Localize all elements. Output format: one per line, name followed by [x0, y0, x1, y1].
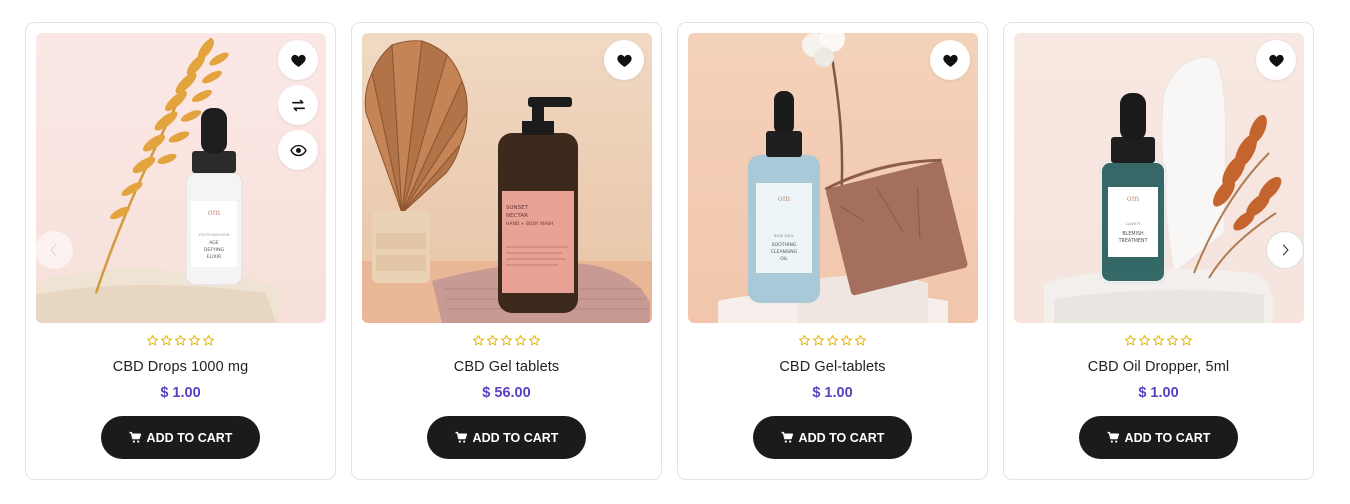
add-to-cart-button[interactable]: ADD TO CART [101, 416, 260, 459]
chevron-right-icon [1282, 244, 1289, 256]
rating-stars [352, 334, 661, 348]
product-price: $ 1.00 [1138, 385, 1179, 401]
rating-stars [26, 334, 335, 348]
star-outline-icon [202, 335, 215, 346]
rating-stars [678, 334, 987, 348]
star-outline-icon [1138, 335, 1151, 346]
product-card: om BLUE AZUL SOOTHING CLEANSING OIL CBD … [677, 22, 988, 480]
star-outline-icon [514, 335, 527, 346]
bottle-label-line: DEFYING [204, 247, 225, 253]
product-title[interactable]: CBD Gel-tablets [678, 359, 987, 375]
star-outline-icon [528, 335, 541, 346]
product-photo-wash: SUNSET NECTAR HAND + BODY WASH [362, 33, 652, 323]
quick-view-button[interactable] [278, 130, 318, 170]
add-to-cart-button[interactable]: ADD TO CART [1079, 416, 1238, 459]
carousel-next-button[interactable] [1266, 231, 1304, 269]
product-image[interactable]: om CLARITY BLEMISH TREATMENT [1014, 33, 1304, 323]
star-outline-icon [854, 335, 867, 346]
bottle-label-line: BLEMISH [1122, 231, 1144, 237]
product-price: $ 1.00 [160, 385, 201, 401]
product-card: SUNSET NECTAR HAND + BODY WASH CBD Gel t… [351, 22, 662, 480]
wishlist-button[interactable] [604, 40, 644, 80]
bottle-label-line: AGE [209, 240, 219, 246]
bottle-brand-mark: om [1127, 194, 1140, 203]
cart-icon [129, 431, 141, 443]
heart-icon [616, 54, 632, 67]
star-outline-icon [798, 335, 811, 346]
bottle-label-line: SOOTHING [772, 242, 797, 248]
heart-icon [290, 54, 306, 67]
bottle-label-line: YOUTH INFUSION [199, 233, 230, 237]
cart-icon [455, 431, 467, 443]
compare-arrows-icon [291, 99, 305, 111]
rating-stars [1004, 334, 1313, 348]
cart-icon [1107, 431, 1119, 443]
bottle-label-line: CLARITY [1126, 222, 1142, 226]
star-outline-icon [840, 335, 853, 346]
star-outline-icon [160, 335, 173, 346]
eye-icon [289, 144, 307, 156]
product-title[interactable]: CBD Gel tablets [352, 359, 661, 375]
heart-icon [942, 54, 958, 67]
add-to-cart-label: ADD TO CART [146, 430, 233, 445]
wishlist-button[interactable] [1256, 40, 1296, 80]
bottle-label-line: OIL [780, 256, 788, 262]
star-outline-icon [174, 335, 187, 346]
bottle-label-line: SUNSET [506, 205, 529, 211]
product-price: $ 1.00 [812, 385, 853, 401]
product-image[interactable]: om BLUE AZUL SOOTHING CLEANSING OIL [688, 33, 978, 323]
star-outline-icon [1152, 335, 1165, 346]
chevron-left-icon [50, 244, 57, 256]
bottle-label-line: TREATMENT [1118, 238, 1148, 244]
product-carousel: om YOUTH INFUSION AGE DEFYING ELIXIR CBD… [25, 22, 1315, 480]
star-outline-icon [826, 335, 839, 346]
product-title[interactable]: CBD Drops 1000 mg [26, 359, 335, 375]
star-outline-icon [1124, 335, 1137, 346]
product-price: $ 56.00 [482, 385, 531, 401]
product-photo-dropper: om CLARITY BLEMISH TREATMENT [1014, 33, 1304, 323]
carousel-prev-button[interactable] [35, 231, 73, 269]
wishlist-button[interactable] [278, 40, 318, 80]
add-to-cart-label: ADD TO CART [1124, 430, 1211, 445]
star-outline-icon [188, 335, 201, 346]
product-title[interactable]: CBD Oil Dropper, 5ml [1004, 359, 1313, 375]
bottle-brand-mark: om [208, 208, 221, 217]
product-photo-drops: om YOUTH INFUSION AGE DEFYING ELIXIR [36, 33, 326, 323]
product-photo-oil: om BLUE AZUL SOOTHING CLEANSING OIL [688, 33, 978, 323]
star-outline-icon [1166, 335, 1179, 346]
wishlist-button[interactable] [930, 40, 970, 80]
add-to-cart-label: ADD TO CART [798, 430, 885, 445]
bottle-label-line: ELIXIR [207, 254, 222, 260]
cart-icon [781, 431, 793, 443]
heart-icon [1268, 54, 1284, 67]
star-outline-icon [1180, 335, 1193, 346]
product-image[interactable]: om YOUTH INFUSION AGE DEFYING ELIXIR [36, 33, 326, 323]
compare-button[interactable] [278, 85, 318, 125]
bottle-label-line: CLEANSING [771, 249, 798, 255]
bottle-label-line: BLUE AZUL [774, 234, 794, 238]
star-outline-icon [146, 335, 159, 346]
add-to-cart-button[interactable]: ADD TO CART [427, 416, 586, 459]
bottle-label-line: HAND + BODY WASH [506, 221, 553, 227]
star-outline-icon [472, 335, 485, 346]
product-image[interactable]: SUNSET NECTAR HAND + BODY WASH [362, 33, 652, 323]
add-to-cart-button[interactable]: ADD TO CART [753, 416, 912, 459]
star-outline-icon [500, 335, 513, 346]
bottle-label-line: NECTAR [506, 213, 528, 219]
add-to-cart-label: ADD TO CART [472, 430, 559, 445]
star-outline-icon [486, 335, 499, 346]
bottle-brand-mark: om [778, 194, 791, 203]
star-outline-icon [812, 335, 825, 346]
